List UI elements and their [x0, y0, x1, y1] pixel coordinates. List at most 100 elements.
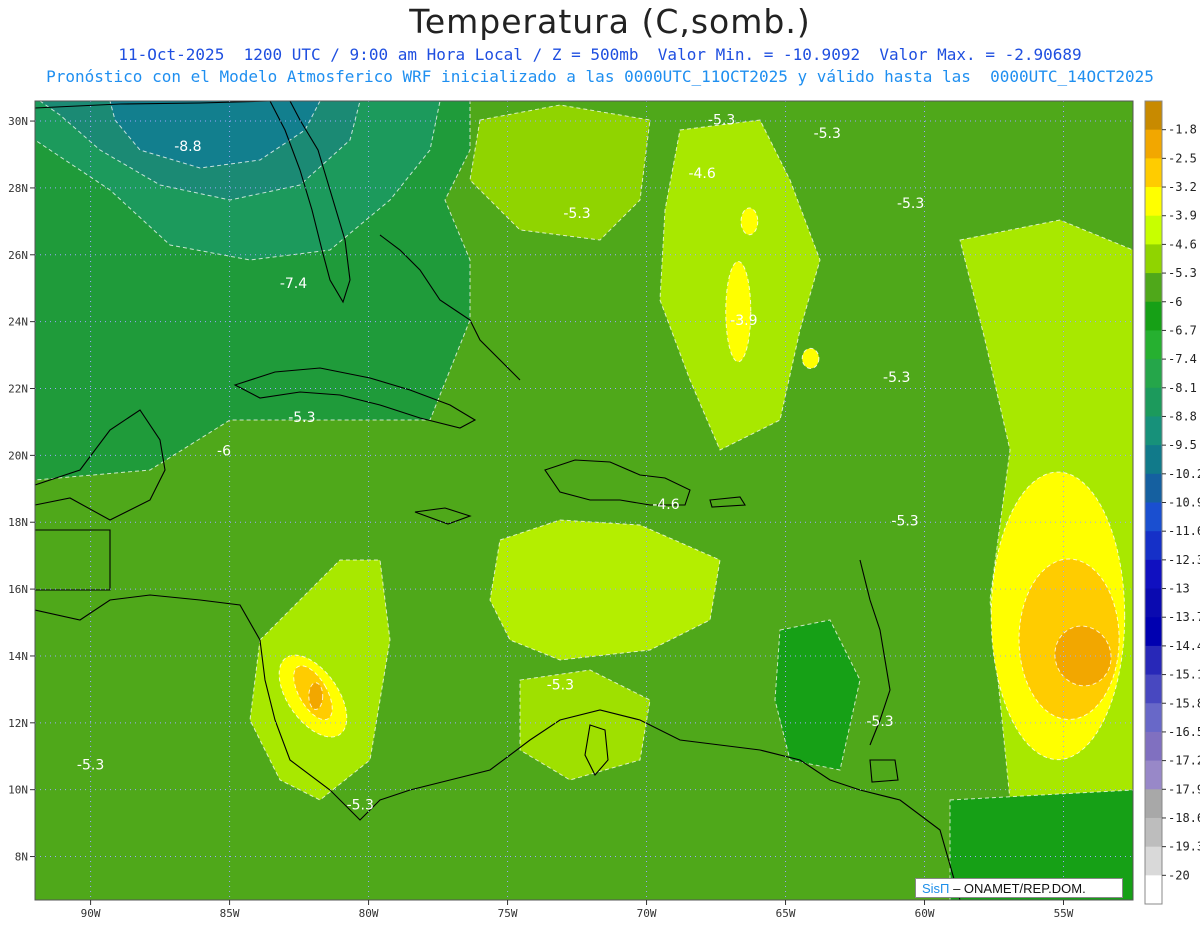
colorbar-label: -20 [1168, 868, 1190, 882]
colorbar-swatch [1145, 129, 1162, 159]
colorbar-swatch [1145, 387, 1162, 417]
contour-label: -6 [217, 443, 231, 459]
latitude-axis: 8N 10N 12N 14N 16N 18N 20N 22N 24N 26N 28N 30N [8, 115, 35, 864]
colorbar-swatch [1145, 531, 1162, 561]
lat-tick-label: 18N [8, 516, 28, 529]
colorbar-swatch [1145, 158, 1162, 188]
colorbar-label: -19.3 [1168, 840, 1200, 854]
colorbar-label: -16.5 [1168, 725, 1200, 739]
colorbar-swatch [1145, 301, 1162, 331]
colorbar-swatch [1145, 445, 1162, 475]
colorbar: -1.8 -2.5 -3.2 -3.9 -4.6 -5.3 -6 -6.7 -7.4 -8.1 -8… [1144, 100, 1200, 905]
colorbar-swatch [1145, 645, 1162, 676]
temperature-map-canvas: -8.8 -7.4 -6 -5.3 -5.3 -5.3 -4.6 -5.3 -5.3 -3.9 -5… [8, 100, 1200, 920]
lat-tick-label: 28N [8, 182, 28, 195]
contour-label: -8.8 [174, 139, 201, 155]
colorbar-label: -15.1 [1168, 668, 1200, 682]
colorbar-swatch [1145, 416, 1162, 446]
colorbar-swatch [1145, 617, 1162, 647]
contour-label: -5.3 [288, 410, 315, 426]
colorbar-swatch [1145, 359, 1162, 389]
longitude-axis: 90W 85W 80W 75W 70W 65W 60W 55W [81, 900, 1074, 920]
lon-tick-label: 70W [637, 907, 657, 920]
colorbar-label: -3.9 [1168, 209, 1197, 223]
colorbar-swatch [1145, 559, 1162, 590]
field-blob-0-4 [801, 347, 820, 369]
lat-tick-label: 14N [8, 650, 28, 663]
colorbar-label: -9.5 [1168, 438, 1197, 452]
producer-credit-box: SisΠ – ONAMET/REP.DOM. [915, 878, 1123, 898]
colorbar-swatch [1145, 330, 1162, 360]
lat-tick-label: 16N [8, 583, 28, 596]
lat-tick-label: 26N [8, 249, 28, 262]
colorbar-label: -12.3 [1168, 553, 1200, 567]
contour-label: -7.4 [280, 276, 307, 292]
contour-label: -4.6 [688, 166, 715, 182]
contour-label: -5.3 [897, 196, 924, 212]
colorbar-label: -13 [1168, 582, 1190, 596]
lat-tick-label: 22N [8, 383, 28, 396]
colorbar-label: -11.6 [1168, 524, 1200, 538]
colorbar-swatch [1145, 588, 1162, 618]
contour-label: -5.3 [891, 514, 918, 530]
colorbar-label: -17.9 [1168, 782, 1200, 796]
colorbar-label: -14.4 [1168, 639, 1200, 653]
field-blob-0-1 [725, 260, 752, 363]
colorbar-swatch [1145, 273, 1162, 303]
producer-credit-text: – ONAMET/REP.DOM. [949, 881, 1086, 896]
lat-tick-label: 20N [8, 449, 28, 462]
colorbar-swatch [1145, 703, 1162, 733]
lon-tick-label: 85W [220, 907, 240, 920]
contour-label: -4.6 [652, 497, 679, 513]
colorbar-label: -13.7 [1168, 610, 1200, 624]
contour-label: -5.3 [814, 126, 841, 142]
contour-label: -5.3 [883, 370, 910, 386]
sispi-logo-text: SisΠ [922, 881, 950, 896]
colorbar-label: -15.8 [1168, 696, 1200, 710]
colorbar-swatch [1145, 731, 1162, 762]
lat-tick-label: 12N [8, 717, 28, 730]
field-blob-0-3 [740, 207, 759, 236]
colorbar-swatch [1145, 875, 1162, 905]
colorbar-label: -4.6 [1168, 237, 1197, 251]
colorbar-swatch [1145, 187, 1162, 217]
colorbar-label: -10.9 [1168, 496, 1200, 510]
colorbar-label: -17.2 [1168, 754, 1200, 768]
colorbar-label: -1.8 [1168, 123, 1197, 137]
colorbar-label: -6.7 [1168, 323, 1197, 337]
colorbar-swatch [1145, 674, 1162, 704]
map-plot-area: -8.8 -7.4 -6 -5.3 -5.3 -5.3 -4.6 -5.3 -5.3 -3.9 -5… [35, 101, 1133, 900]
contour-label: -5.3 [563, 206, 590, 222]
contour-label: -5.3 [77, 758, 104, 774]
colorbar-swatch [1145, 817, 1162, 848]
lat-tick-label: 10N [8, 784, 28, 797]
colorbar-label: -10.2 [1168, 467, 1200, 481]
colorbar-label: -8.1 [1168, 381, 1197, 395]
contour-label: -3.9 [730, 313, 757, 329]
colorbar-label: -7.4 [1168, 352, 1197, 366]
colorbar-swatch [1145, 760, 1162, 790]
colorbar-swatch [1145, 101, 1162, 131]
contour-label: -5.3 [866, 714, 893, 730]
lat-tick-label: 30N [8, 115, 28, 128]
lon-tick-label: 55W [1054, 907, 1074, 920]
colorbar-label: -8.8 [1168, 409, 1197, 423]
colorbar-label: -18.6 [1168, 811, 1200, 825]
colorbar-label: -5.3 [1168, 266, 1197, 280]
colorbar-swatch [1145, 473, 1162, 503]
lat-tick-label: 8N [15, 851, 28, 864]
lon-tick-label: 80W [359, 907, 379, 920]
colorbar-label: -2.5 [1168, 151, 1197, 165]
lon-tick-label: 65W [776, 907, 796, 920]
colorbar-swatch [1145, 215, 1162, 245]
contour-label: -5.3 [708, 112, 735, 128]
contour-label: -5.3 [547, 677, 574, 693]
colorbar-label: -6 [1168, 295, 1182, 309]
lon-tick-label: 90W [81, 907, 101, 920]
lon-tick-label: 75W [498, 907, 518, 920]
lon-tick-label: 60W [915, 907, 935, 920]
field-blob-2-1 [308, 682, 324, 710]
colorbar-label: -3.2 [1168, 180, 1197, 194]
lat-tick-label: 24N [8, 316, 28, 329]
colorbar-swatch [1145, 502, 1162, 532]
